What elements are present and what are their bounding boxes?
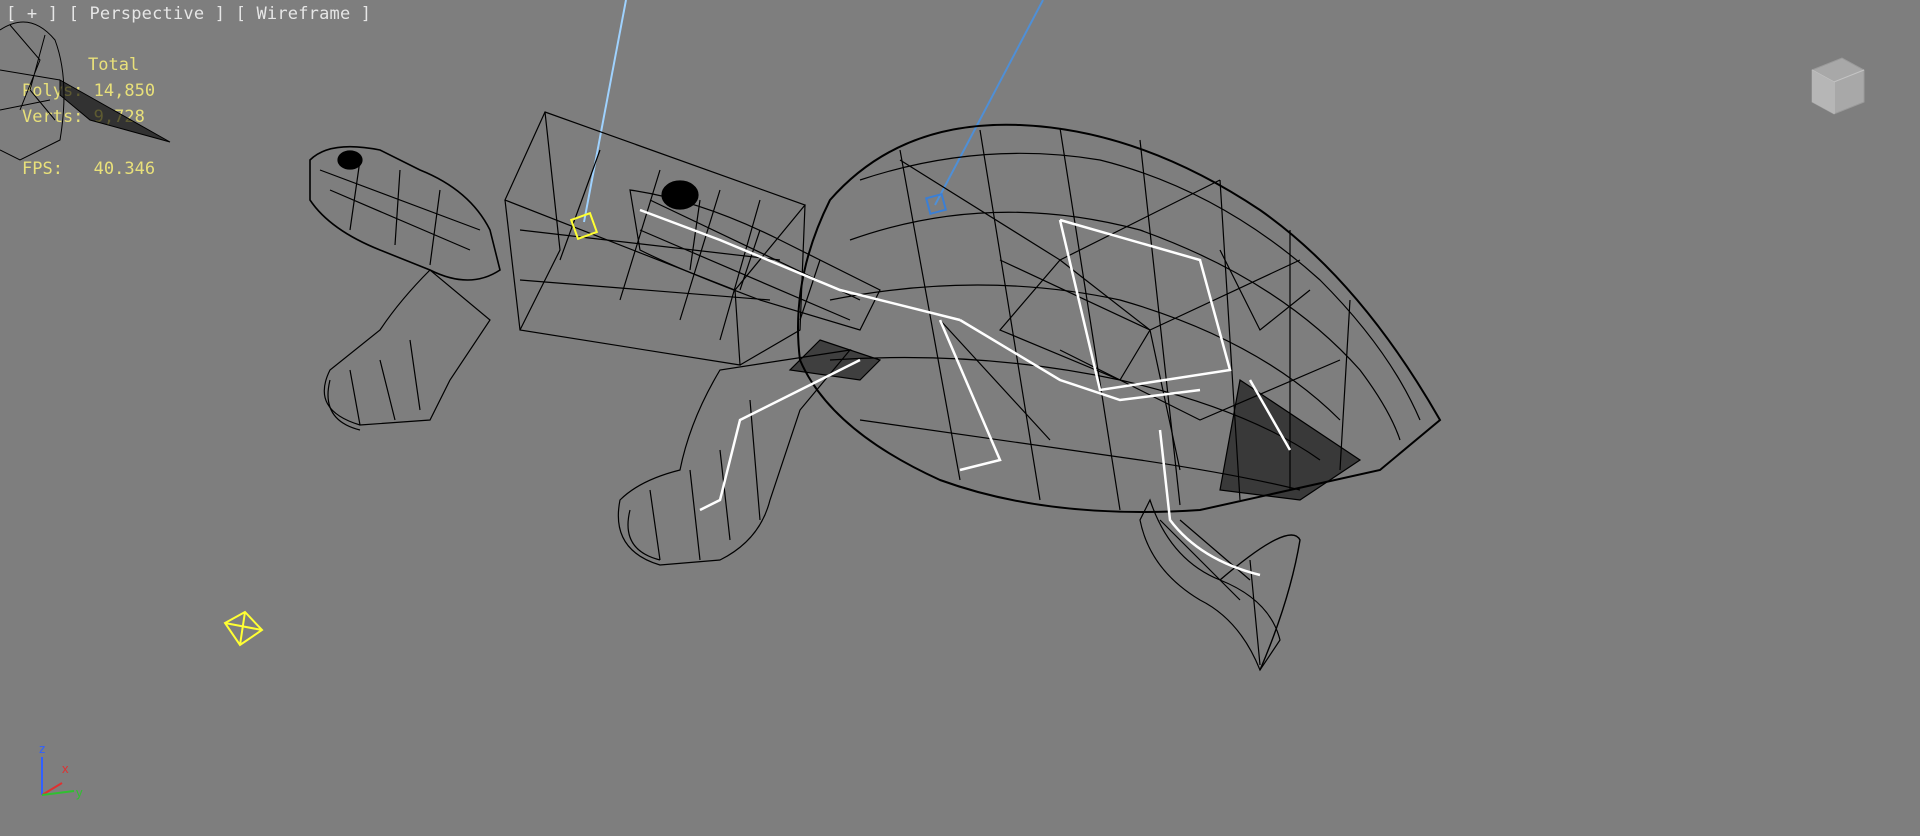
bone-rig[interactable] <box>639 208 1292 577</box>
axis-x-label: x <box>62 761 69 776</box>
axis-y-label: y <box>76 785 83 800</box>
light-lines <box>583 0 1044 223</box>
scene-canvas[interactable] <box>0 0 1920 836</box>
axis-tripod-icon: z x y <box>30 735 100 810</box>
helper-objects[interactable] <box>223 211 599 647</box>
camera-helper-icon <box>223 610 264 647</box>
partial-object-wireframe <box>0 21 171 161</box>
viewcube-icon[interactable] <box>1802 52 1868 124</box>
perspective-viewport[interactable]: [ + ] [ Perspective ] [ Wireframe ] Tota… <box>0 0 1920 836</box>
turtle-wireframe[interactable] <box>309 111 1442 672</box>
axis-z-label: z <box>39 741 46 756</box>
